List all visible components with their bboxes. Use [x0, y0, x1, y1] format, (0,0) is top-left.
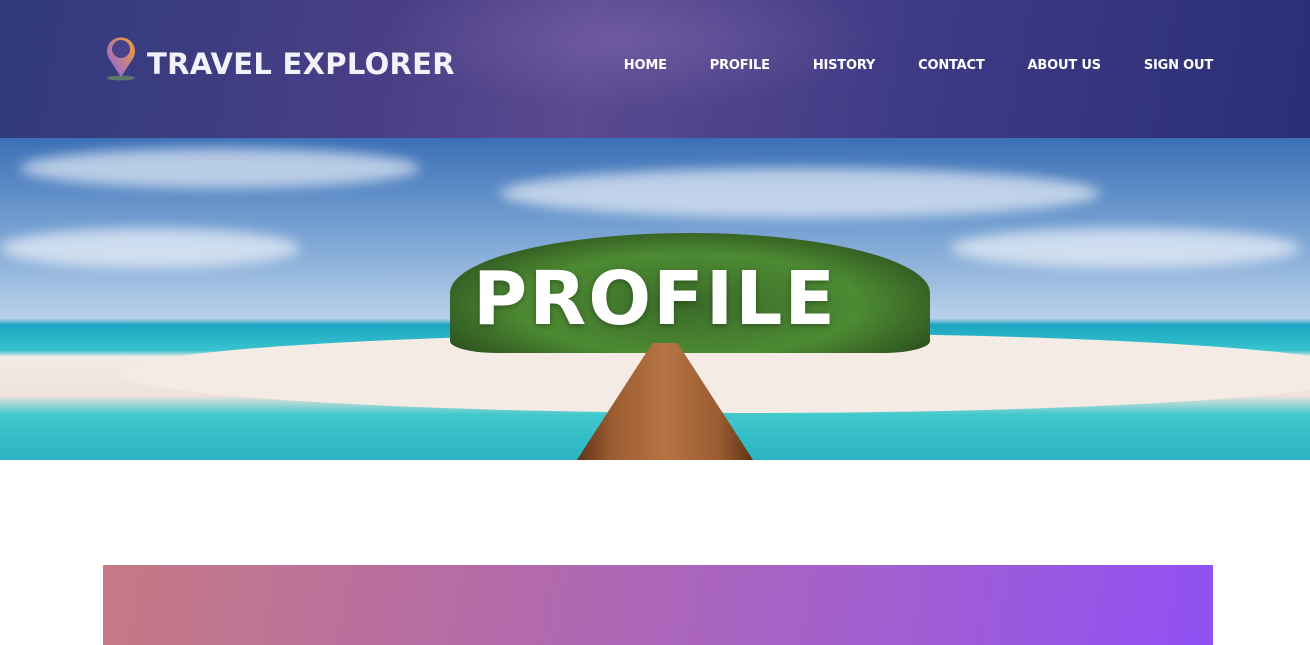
brand-name: TRAVEL EXPLORER [147, 47, 455, 81]
brand-logo[interactable]: TRAVEL EXPLORER [103, 34, 455, 82]
map-pin-icon [107, 37, 135, 81]
nav-contact[interactable]: CONTACT [918, 58, 985, 73]
nav-profile[interactable]: PROFILE [710, 58, 770, 73]
main-nav: HOME PROFILE HISTORY CONTACT ABOUT US SI… [624, 58, 1213, 73]
nav-history[interactable]: HISTORY [813, 58, 876, 73]
profile-card [103, 565, 1213, 645]
hero-banner: PROFILE [0, 138, 1310, 460]
cloud [20, 148, 420, 188]
nav-home[interactable]: HOME [624, 58, 667, 73]
cloud [500, 168, 1100, 218]
site-header: TRAVEL EXPLORER HOME PROFILE HISTORY CON… [0, 0, 1310, 138]
nav-about-us[interactable]: ABOUT US [1028, 58, 1101, 73]
nav-sign-out[interactable]: SIGN OUT [1144, 58, 1213, 73]
page-title: PROFILE [473, 256, 837, 342]
